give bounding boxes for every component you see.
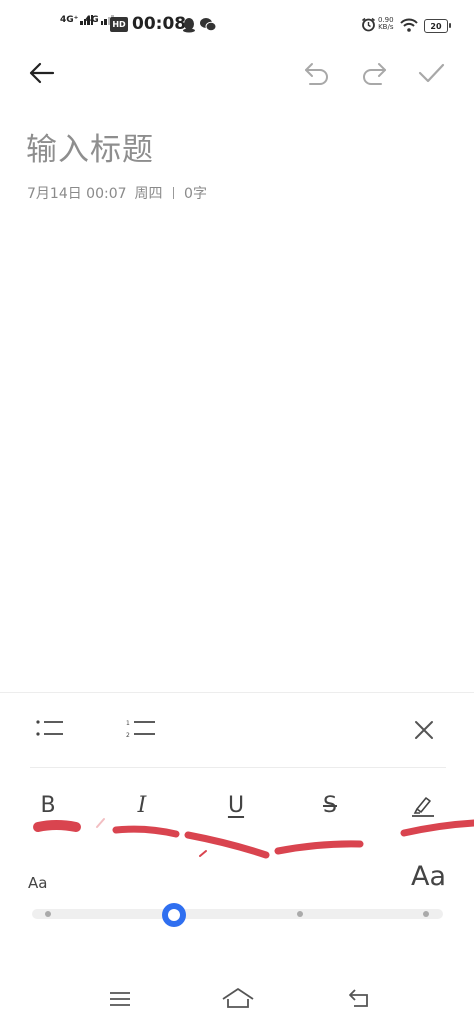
net-speed-unit: KB/s <box>378 23 394 31</box>
clock: 00:08 <box>132 14 187 34</box>
note-body-editor[interactable] <box>0 215 474 685</box>
meta-divider <box>172 187 175 199</box>
font-size-small-label: Aa <box>28 874 48 892</box>
alarm-icon <box>362 17 375 32</box>
svg-text:1: 1 <box>126 720 130 727</box>
sim2-label: 4G <box>85 15 99 25</box>
back-nav-icon[interactable] <box>346 986 376 1010</box>
network-speed: 0.90 KB/s <box>378 17 394 31</box>
title-input[interactable]: 输入标题 <box>26 124 154 169</box>
hd-badge: HD <box>110 17 128 32</box>
slider-step <box>423 911 429 917</box>
numbered-list-icon[interactable]: 1 2 <box>124 716 158 742</box>
note-date: 7月14日 00:07 <box>27 186 127 202</box>
panel-divider <box>30 767 446 768</box>
annotation-scribble <box>33 818 474 859</box>
bullet-list-icon[interactable] <box>34 716 66 742</box>
wechat-icon <box>200 18 216 32</box>
sim1-label: 4G⁺ <box>60 15 79 25</box>
status-bar: 4G⁺ 4G HD 00:08 0.90 KB/s 20 <box>0 0 474 52</box>
confirm-check-icon[interactable] <box>416 58 446 88</box>
font-size-large-label: Aa <box>411 861 447 892</box>
home-icon[interactable] <box>220 984 256 1012</box>
back-arrow-icon[interactable] <box>27 58 57 88</box>
word-count: 0字 <box>184 186 207 202</box>
slider-step <box>45 911 51 917</box>
svg-text:2: 2 <box>126 732 130 739</box>
close-icon[interactable] <box>412 718 436 742</box>
font-size-slider[interactable] <box>32 909 443 919</box>
menu-icon[interactable] <box>107 988 133 1010</box>
wifi-icon <box>400 18 418 32</box>
note-meta: 7月14日 00:07 周四 0字 <box>27 183 207 203</box>
slider-step <box>297 911 303 917</box>
battery-indicator: 20 <box>424 19 451 33</box>
font-size-slider-thumb[interactable] <box>162 903 186 927</box>
qq-icon <box>183 18 195 33</box>
undo-icon[interactable] <box>302 58 332 88</box>
note-weekday: 周四 <box>134 186 163 202</box>
redo-icon[interactable] <box>359 58 389 88</box>
